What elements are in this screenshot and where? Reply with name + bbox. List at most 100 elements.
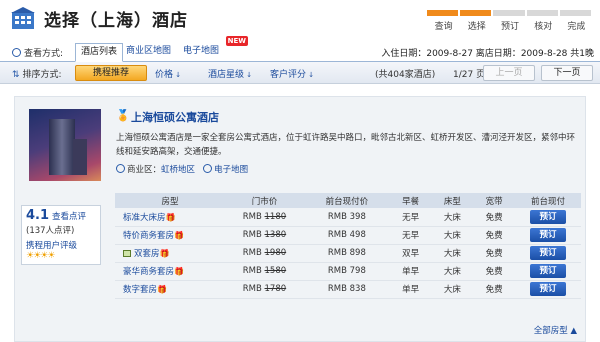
book-button[interactable]: 预订	[529, 209, 566, 224]
hotel-description: 上海恒硕公寓酒店是一家全套房公寓式酒店，位于虹许路吴中路口，毗邻古北新区、虹桥开…	[116, 133, 576, 157]
review-count: (137人点评)	[26, 226, 75, 236]
sort-by-customer-rating[interactable]: 客户评分	[270, 67, 314, 80]
view-mode-bar: 查看方式: 酒店列表 商业区地图 电子地图 NEW 入住日期：2009-8-27…	[0, 36, 600, 62]
col-room-type: 房型	[115, 193, 225, 208]
hotel-total-count: (共404家酒店)	[375, 70, 436, 80]
step-bar	[460, 10, 492, 16]
col-breakfast: 早餐	[389, 193, 432, 208]
sort-by-star-rating[interactable]: 酒店星级	[208, 67, 252, 80]
magnifier-icon	[12, 48, 21, 57]
step-bar	[526, 10, 558, 16]
gift-icon: 🎁	[159, 249, 170, 258]
page-title: 选择（上海）酒店	[44, 11, 188, 31]
book-cell: 预订	[514, 226, 581, 245]
step-bar	[493, 10, 525, 16]
tab-hotel-list[interactable]: 酒店列表	[75, 43, 124, 62]
sun-rating-icons: ☀☀☀☀	[26, 251, 55, 261]
breakfast-cell: 双早	[389, 244, 432, 263]
room-type-link[interactable]: 标准大床房	[123, 213, 166, 223]
room-type-cell[interactable]: 特价商务套房🎁	[115, 226, 225, 245]
bed-type-cell: 大床	[431, 262, 474, 281]
room-type-cell[interactable]: 双套房🎁	[115, 244, 225, 263]
book-button[interactable]: 预订	[529, 282, 566, 296]
book-cell: 预订	[514, 262, 581, 281]
front-desk-price-cell: RMB 398	[304, 208, 390, 227]
checkout-date[interactable]: 2009-8-28	[521, 49, 568, 59]
gift-icon: 🎁	[157, 285, 167, 294]
step-label: 完成	[567, 22, 586, 32]
book-button[interactable]: 预订	[529, 246, 566, 260]
col-book: 前台现付	[514, 193, 581, 208]
district-icon	[116, 164, 125, 173]
nights-count: 共1晚	[570, 49, 594, 59]
bed-type-cell: 大床	[431, 208, 474, 227]
prev-page-button[interactable]: 上一页	[483, 65, 535, 81]
hotel-location: 商业区：虹桥地区 电子地图	[116, 163, 248, 175]
breakfast-cell: 单早	[389, 262, 432, 281]
list-price-cell: RMB 1380	[224, 226, 305, 245]
new-badge: NEW	[225, 36, 249, 46]
stay-dates: 入住日期：2009-8-27 离店日期：2009-8-28 共1晚	[381, 49, 594, 59]
next-page-button[interactable]: 下一页	[541, 65, 593, 81]
hotel-building-icon	[11, 7, 35, 29]
hotel-photo[interactable]	[29, 109, 101, 181]
sort-recommended-button[interactable]: 携程推荐	[75, 65, 147, 81]
district-link[interactable]: 虹桥地区	[161, 165, 195, 175]
col-front-desk-price: 前台现付价	[304, 193, 390, 208]
sort-label: ⇅ 排序方式:	[12, 70, 62, 80]
room-type-cell[interactable]: 豪华商务套房🎁	[115, 262, 225, 281]
tab-business-district-map[interactable]: 商业区地图	[121, 43, 176, 62]
room-type-link[interactable]: 数字套房	[123, 285, 157, 295]
bed-type-cell: 大床	[431, 226, 474, 245]
table-row: 数字套房🎁 RMB 1780 RMB 838 单早 大床 免费 预订	[115, 280, 581, 299]
col-bed-type: 床型	[431, 193, 474, 208]
step-label: 选择	[467, 22, 486, 32]
breakfast-cell: 单早	[389, 280, 432, 299]
gift-icon: 🎁	[174, 231, 184, 240]
sort-arrows-icon: ⇅	[12, 70, 20, 80]
hotel-name-link[interactable]: 上海恒硕公寓酒店	[131, 109, 219, 125]
step-label: 核对	[534, 22, 553, 32]
list-price-cell: RMB 1180	[224, 208, 305, 227]
room-type-cell[interactable]: 数字套房🎁	[115, 280, 225, 299]
col-list-price: 门市价	[224, 193, 305, 208]
page-indicator: 1/27 页	[453, 70, 486, 80]
step-label: 预订	[501, 22, 520, 32]
broadband-cell: 免费	[473, 226, 515, 245]
breakfast-cell: 无早	[389, 208, 432, 227]
list-price-cell: RMB 1980	[224, 244, 305, 263]
booking-progress-steps: 查询 选择 预订 核对 完成	[427, 10, 593, 32]
step-bar	[559, 10, 592, 16]
all-room-types-link[interactable]: 全部房型 ▲	[534, 324, 577, 336]
room-type-link[interactable]: 特价商务套房	[123, 231, 174, 241]
sort-by-price[interactable]: 价格	[155, 67, 181, 80]
gift-icon: 🎁	[165, 212, 176, 222]
bed-type-cell: 大床	[431, 244, 474, 263]
book-cell: 预订	[514, 280, 581, 299]
list-price-cell: RMB 1580	[224, 262, 305, 281]
tab-electronic-map[interactable]: 电子地图 NEW	[178, 36, 249, 62]
electronic-map-link[interactable]: 电子地图	[214, 165, 248, 175]
room-type-cell[interactable]: 标准大床房🎁	[115, 208, 225, 227]
front-desk-price-cell: RMB 898	[304, 244, 390, 263]
view-reviews-link[interactable]: 查看点评	[52, 210, 86, 222]
user-rating-label: 携程用户评级	[26, 241, 78, 251]
sort-bar: ⇅排序方式: 携程推荐 价格 酒店星级 客户评分 (共404家酒店) 1/27 …	[0, 62, 600, 84]
hotel-card: 🏅 上海恒硕公寓酒店 上海恒硕公寓酒店是一家全套房公寓式酒店，位于虹许路吴中路口…	[14, 96, 586, 342]
broadband-cell: 免费	[473, 280, 515, 299]
checkin-date[interactable]: 2009-8-27	[426, 49, 473, 59]
room-type-link[interactable]: 双套房	[134, 249, 160, 259]
page-header: 选择（上海）酒店 查询 选择 预订 核对 完成	[0, 0, 600, 40]
broadband-cell: 免费	[473, 244, 515, 263]
col-broadband: 宽带	[473, 193, 515, 208]
table-row: 豪华商务套房🎁 RMB 1580 RMB 798 单早 大床 免费 预订	[115, 262, 581, 281]
table-row: 双套房🎁 RMB 1980 RMB 898 双早 大床 免费 预订	[115, 244, 581, 263]
book-button[interactable]: 预订	[529, 228, 566, 242]
broadband-cell: 免费	[473, 262, 515, 281]
photo-icon[interactable]	[123, 250, 131, 257]
front-desk-price-cell: RMB 838	[304, 280, 390, 299]
table-row: 标准大床房🎁 RMB 1180 RMB 398 无早 大床 免费 预订	[115, 208, 581, 227]
book-button[interactable]: 预订	[529, 264, 566, 278]
room-type-link[interactable]: 豪华商务套房	[123, 267, 174, 277]
step-label: 查询	[434, 22, 453, 32]
